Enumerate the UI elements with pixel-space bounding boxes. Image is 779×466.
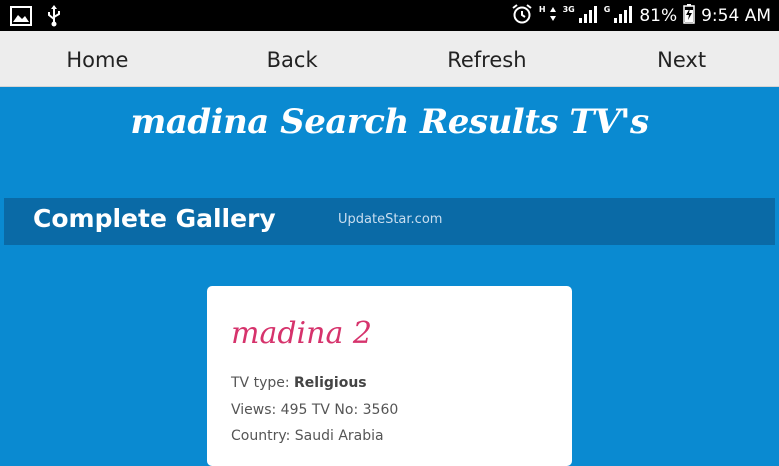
signal-icon [613,4,633,28]
battery-percent: 81% [639,5,678,26]
image-icon [10,6,32,30]
tv-type-label: TV type: [231,375,295,391]
network-type-label: G [603,5,611,14]
gallery-title: Complete Gallery [33,204,276,233]
alarm-icon [511,3,533,29]
clock: 9:54 AM [701,5,771,26]
home-button[interactable]: Home [0,31,195,86]
tv-title[interactable]: madina 2 [231,316,372,351]
network-type-label: H [538,5,546,14]
tv-views-line: Views: 495 TV No: 3560 [231,402,399,418]
tv-card[interactable]: madina 2 TV type: Religious Views: 495 T… [207,286,572,466]
battery-icon [683,3,695,28]
tv-type-value: Religious [294,375,367,391]
watermark: UpdateStar.com [338,212,443,227]
usb-icon [46,5,62,31]
back-button[interactable]: Back [195,31,390,86]
signal-icon [578,4,598,28]
status-bar: H 3G G 81% 9:54 AM [0,0,779,31]
tv-country-line: Country: Saudi Arabia [231,428,384,444]
next-button[interactable]: Next [584,31,779,86]
refresh-button[interactable]: Refresh [390,31,585,86]
page-title: madina Search Results TV's [130,102,649,142]
network-type-label: 3G [562,5,575,14]
data-arrows-icon [549,4,557,28]
gallery-header: Complete Gallery UpdateStar.com [4,198,775,245]
nav-bar: Home Back Refresh Next [0,31,779,87]
tv-type-line: TV type: Religious [231,375,367,391]
